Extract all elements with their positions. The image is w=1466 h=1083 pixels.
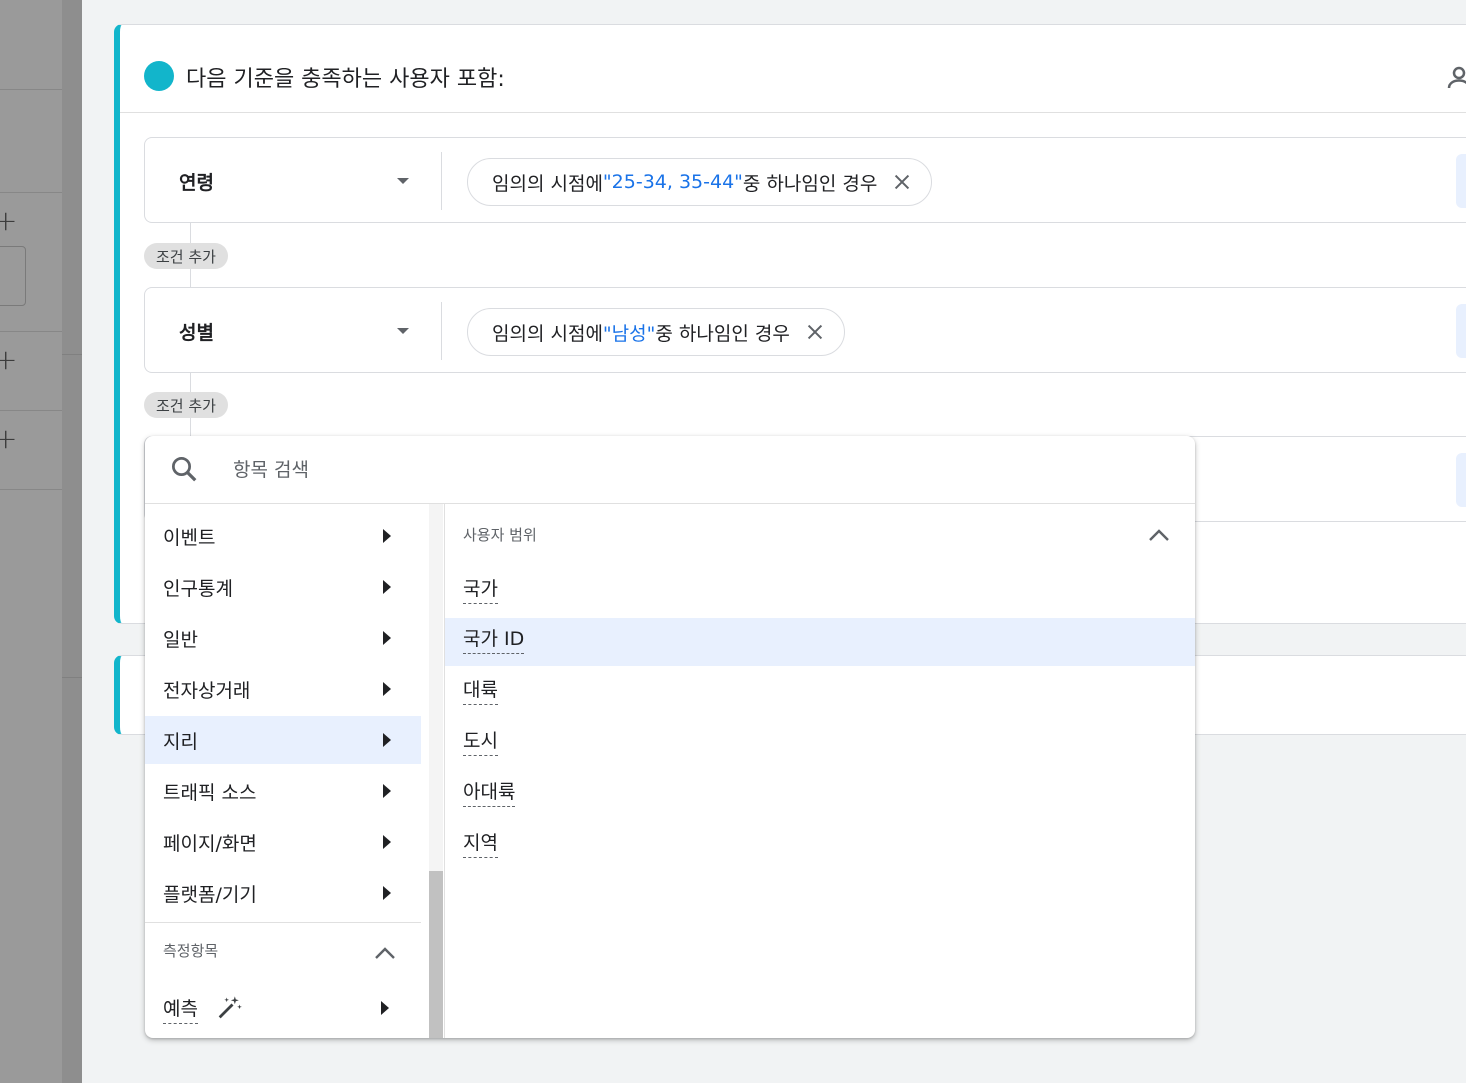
condition-action[interactable] — [1456, 154, 1466, 208]
divider — [145, 922, 421, 923]
left-panel-box — [0, 246, 26, 306]
arrow-right-icon[interactable] — [381, 1001, 389, 1015]
category-label: 지리 — [163, 730, 198, 753]
category-label: 이벤트 — [163, 526, 216, 549]
divider — [0, 89, 62, 90]
arrow-right-icon — [383, 580, 391, 594]
add-condition-button[interactable]: 조건 추가 — [144, 392, 228, 418]
condition-dimension[interactable]: 연령 — [179, 168, 214, 195]
condition-chip[interactable]: 임의의 시점에 "남성" 중 하나임인 경우 — [467, 308, 845, 356]
connector-line — [190, 223, 191, 243]
condition-action[interactable] — [1456, 304, 1466, 358]
condition-dimension[interactable]: 성별 — [179, 318, 214, 345]
connector-line — [190, 373, 191, 392]
person-icon[interactable] — [1444, 63, 1466, 93]
dimension-item-country-id[interactable]: 국가 ID — [445, 618, 1195, 666]
card-header: 다음 기준을 충족하는 사용자 포함: — [120, 25, 1466, 113]
dimension-item-continent[interactable]: 대륙 — [445, 669, 1195, 717]
divider — [0, 489, 62, 490]
category-page-screen[interactable]: 페이지/화면 — [145, 818, 421, 866]
category-label: 플랫폼/기기 — [163, 883, 257, 906]
arrow-right-icon — [383, 784, 391, 798]
dimension-item-country[interactable]: 국가 — [445, 568, 1195, 616]
divider — [441, 302, 442, 360]
arrow-right-icon — [383, 733, 391, 747]
search-input[interactable] — [233, 454, 833, 486]
close-icon[interactable] — [891, 171, 913, 193]
chip-value: "남성" — [602, 322, 656, 345]
category-platform-device[interactable]: 플랫폼/기기 — [145, 869, 421, 917]
arrow-right-icon — [383, 886, 391, 900]
category-events[interactable]: 이벤트 — [145, 512, 421, 560]
caret-down-icon[interactable] — [397, 328, 409, 334]
divider — [0, 410, 62, 411]
category-label: 일반 — [163, 628, 198, 651]
user-scope-header: 사용자 범위 — [463, 526, 537, 544]
chip-suffix: 중 하나임인 경우 — [655, 322, 790, 345]
caret-down-icon[interactable] — [397, 178, 409, 184]
category-ecommerce[interactable]: 전자상거래 — [145, 665, 421, 713]
scrollbar-thumb[interactable] — [429, 871, 443, 1038]
dimension-label: 국가 — [463, 578, 498, 604]
category-label: 페이지/화면 — [163, 832, 257, 855]
condition-chip[interactable]: 임의의 시점에 "25-34, 35-44" 중 하나임인 경우 — [467, 158, 933, 206]
arrow-right-icon — [383, 835, 391, 849]
arrow-right-icon — [383, 682, 391, 696]
plus-icon[interactable]: + — [0, 346, 17, 374]
chip-value: "25-34, 35-44" — [602, 171, 743, 193]
chip-prefix: 임의의 시점에 — [492, 322, 603, 345]
chip-prefix: 임의의 시점에 — [492, 172, 603, 195]
chip-suffix: 중 하나임인 경우 — [742, 172, 878, 195]
search-icon — [172, 457, 197, 482]
category-label: 인구통계 — [163, 577, 233, 600]
magic-wand-icon — [218, 996, 242, 1019]
arrow-right-icon — [383, 631, 391, 645]
chevron-up-icon[interactable] — [374, 946, 396, 960]
condition-action[interactable] — [1456, 453, 1466, 507]
divider — [0, 331, 62, 332]
divider — [0, 192, 62, 193]
dimension-item-subcontinent[interactable]: 아대륙 — [445, 771, 1195, 819]
dimension-list: 사용자 범위 국가 국가 ID 대륙 도시 아대륙 지역 — [445, 504, 1195, 1038]
condition-row-age: 연령 임의의 시점에 "25-34, 35-44" 중 하나임인 경우 — [144, 137, 1466, 223]
arrow-right-icon — [383, 529, 391, 543]
category-label: 트래픽 소스 — [163, 781, 257, 804]
divider — [441, 152, 442, 210]
add-condition-button[interactable]: 조건 추가 — [144, 243, 228, 269]
dimension-label: 국가 ID — [463, 628, 525, 654]
segment-color-dot — [144, 61, 174, 91]
divider — [62, 677, 82, 678]
category-demographics[interactable]: 인구통계 — [145, 563, 421, 611]
condition-row-gender: 성별 임의의 시점에 "남성" 중 하나임인 경우 — [144, 287, 1466, 373]
category-label: 전자상거래 — [163, 679, 251, 702]
category-traffic-source[interactable]: 트래픽 소스 — [145, 767, 421, 815]
category-general[interactable]: 일반 — [145, 614, 421, 662]
left-panel-edge — [62, 0, 82, 1083]
dimension-label: 대륙 — [463, 679, 498, 705]
dimension-label: 아대륙 — [463, 781, 516, 807]
connector-line — [190, 418, 191, 436]
plus-icon[interactable]: + — [0, 425, 17, 453]
dimension-label: 지역 — [463, 832, 498, 858]
search-row — [145, 436, 1195, 504]
close-icon[interactable] — [804, 321, 826, 343]
predict-label[interactable]: 예측 — [163, 994, 198, 1024]
divider — [62, 354, 82, 355]
dimension-item-region[interactable]: 지역 — [445, 822, 1195, 870]
connector-line — [190, 269, 191, 287]
category-geo[interactable]: 지리 — [145, 716, 421, 764]
plus-icon[interactable]: + — [0, 207, 17, 235]
dimension-item-city[interactable]: 도시 — [445, 720, 1195, 768]
left-panel: + + + — [0, 0, 62, 1083]
chevron-up-icon[interactable] — [1148, 528, 1170, 542]
dimension-picker-menu: 이벤트 인구통계 일반 전자상거래 지리 트래픽 소스 페이지/화면 플랫폼/ — [145, 436, 1195, 1038]
metrics-header: 측정항목 — [163, 942, 219, 960]
card-title: 다음 기준을 충족하는 사용자 포함: — [186, 67, 505, 92]
category-list: 이벤트 인구통계 일반 전자상거래 지리 트래픽 소스 페이지/화면 플랫폼/기… — [145, 504, 445, 1038]
dimension-label: 도시 — [463, 730, 498, 756]
